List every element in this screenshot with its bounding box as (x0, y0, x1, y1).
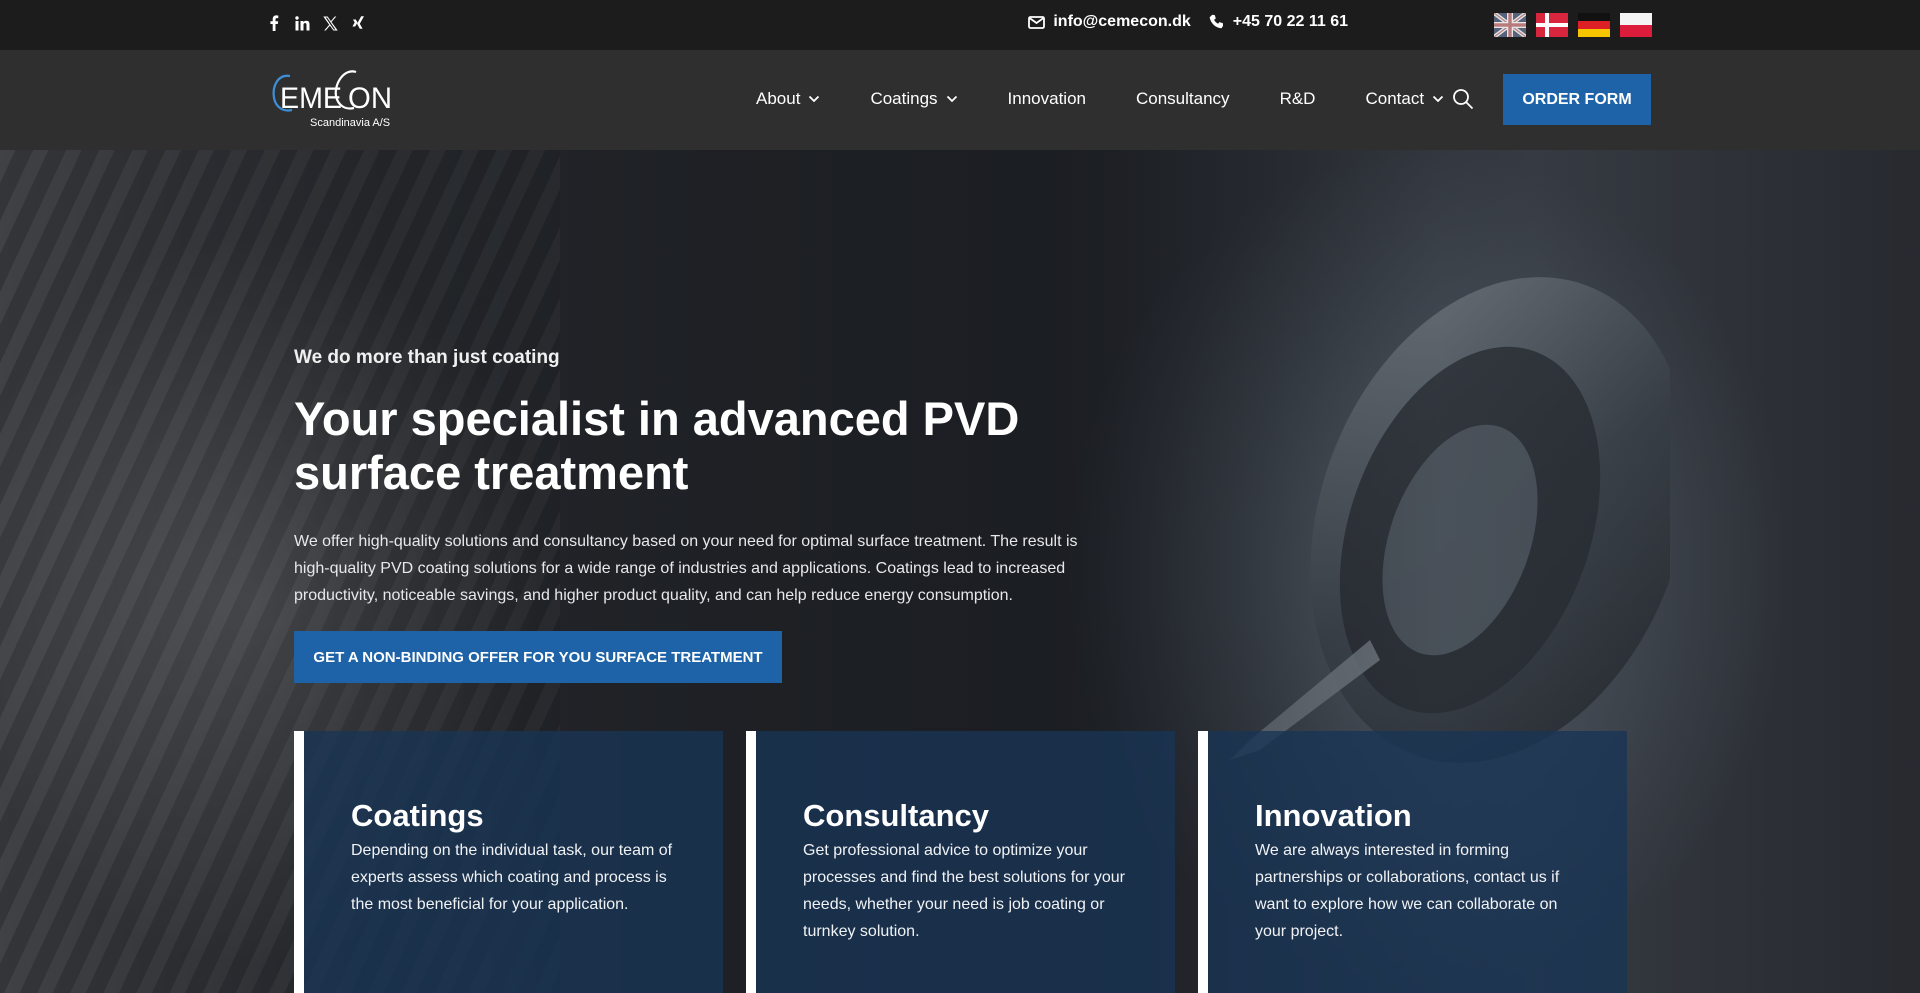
main-header: EME ON Scandinavia A/S About Coatings In… (0, 50, 1920, 150)
card-text: Get professional advice to optimize your… (803, 842, 1125, 940)
main-nav: About Coatings Innovation Consultancy R&… (756, 89, 1444, 109)
search-icon[interactable] (1452, 88, 1474, 110)
facebook-icon[interactable] (266, 14, 282, 32)
card-consultancy[interactable]: Consultancy Get professional advice to o… (746, 731, 1175, 993)
card-title: Consultancy (803, 798, 990, 833)
card-title: Innovation (1255, 798, 1412, 833)
nav-label: Contact (1365, 89, 1425, 108)
english-flag-icon[interactable] (1494, 13, 1526, 37)
phone-icon (1209, 14, 1223, 29)
language-switcher (1494, 13, 1652, 37)
nav-item-contact[interactable]: Contact (1365, 89, 1444, 109)
card-text: We are always interested in forming part… (1255, 842, 1560, 940)
nav-label: Innovation (1007, 89, 1086, 108)
logo[interactable]: EME ON Scandinavia A/S (268, 62, 398, 132)
nav-label: Consultancy (1136, 89, 1230, 108)
social-links (266, 14, 366, 32)
nav-item-coatings[interactable]: Coatings (870, 89, 957, 109)
phone-text: +45 70 22 11 61 (1232, 13, 1348, 30)
chevron-down-icon (809, 95, 820, 103)
contact-info: info@cemecon.dk +45 70 22 11 61 (1028, 13, 1348, 31)
hero-headline: Your specialist in advanced PVD surface … (294, 392, 1020, 499)
get-offer-button[interactable]: GET A NON-BINDING OFFER FOR YOU SURFACE … (294, 631, 782, 683)
logo-wordmark-part: EME (280, 82, 342, 115)
chevron-down-icon (946, 95, 957, 103)
nav-item-consultancy[interactable]: Consultancy (1136, 89, 1230, 109)
nav-label: About (756, 89, 801, 108)
nav-label: R&D (1279, 89, 1316, 108)
nav-label: Coatings (870, 89, 938, 108)
top-bar: info@cemecon.dk +45 70 22 11 61 (0, 0, 1920, 50)
nav-item-about[interactable]: About (756, 89, 820, 109)
logo-subtitle: Scandinavia A/S (310, 117, 390, 129)
hero-lead: We offer high-quality solutions and cons… (294, 533, 1078, 604)
nav-item-innovation[interactable]: Innovation (1008, 89, 1086, 109)
envelope-icon (1028, 15, 1046, 29)
card-title: Coatings (351, 798, 484, 833)
german-flag-icon[interactable] (1578, 13, 1610, 37)
danish-flag-icon[interactable] (1536, 13, 1568, 37)
polish-flag-icon[interactable] (1620, 13, 1652, 37)
linkedin-icon[interactable] (294, 14, 310, 32)
card-text: Depending on the individual task, our te… (351, 842, 673, 913)
hero-kicker: We do more than just coating (294, 347, 560, 368)
logo-wordmark-part: ON (348, 82, 392, 115)
email-text: info@cemecon.dk (1053, 13, 1191, 30)
xing-icon[interactable] (350, 14, 366, 32)
phone-link[interactable]: +45 70 22 11 61 (1209, 13, 1348, 31)
card-coatings[interactable]: Coatings Depending on the individual tas… (294, 731, 723, 993)
chevron-down-icon (1432, 95, 1444, 103)
hero-section: We do more than just coating Your specia… (0, 150, 1920, 993)
nav-item-rd[interactable]: R&D (1280, 89, 1316, 109)
order-form-button[interactable]: ORDER FORM (1503, 74, 1651, 125)
card-innovation[interactable]: Innovation We are always interested in f… (1198, 731, 1627, 993)
x-icon[interactable] (322, 14, 338, 32)
email-link[interactable]: info@cemecon.dk (1028, 13, 1191, 31)
